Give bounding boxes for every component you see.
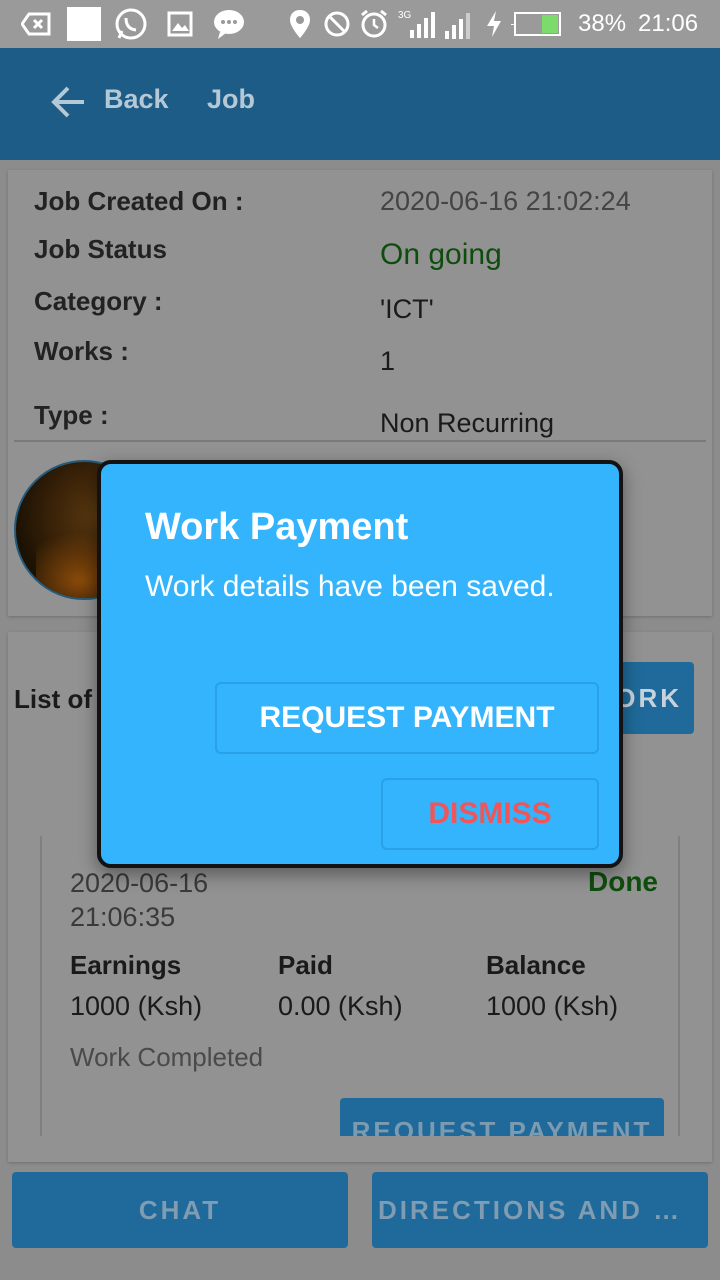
- dialog-message: Work details have been saved.: [145, 570, 555, 603]
- request-payment-button[interactable]: REQUEST PAYMENT: [215, 682, 599, 754]
- dialog-title: Work Payment: [145, 506, 409, 548]
- work-payment-dialog: Work Payment Work details have been save…: [97, 460, 623, 868]
- dismiss-button[interactable]: DISMISS: [381, 778, 599, 850]
